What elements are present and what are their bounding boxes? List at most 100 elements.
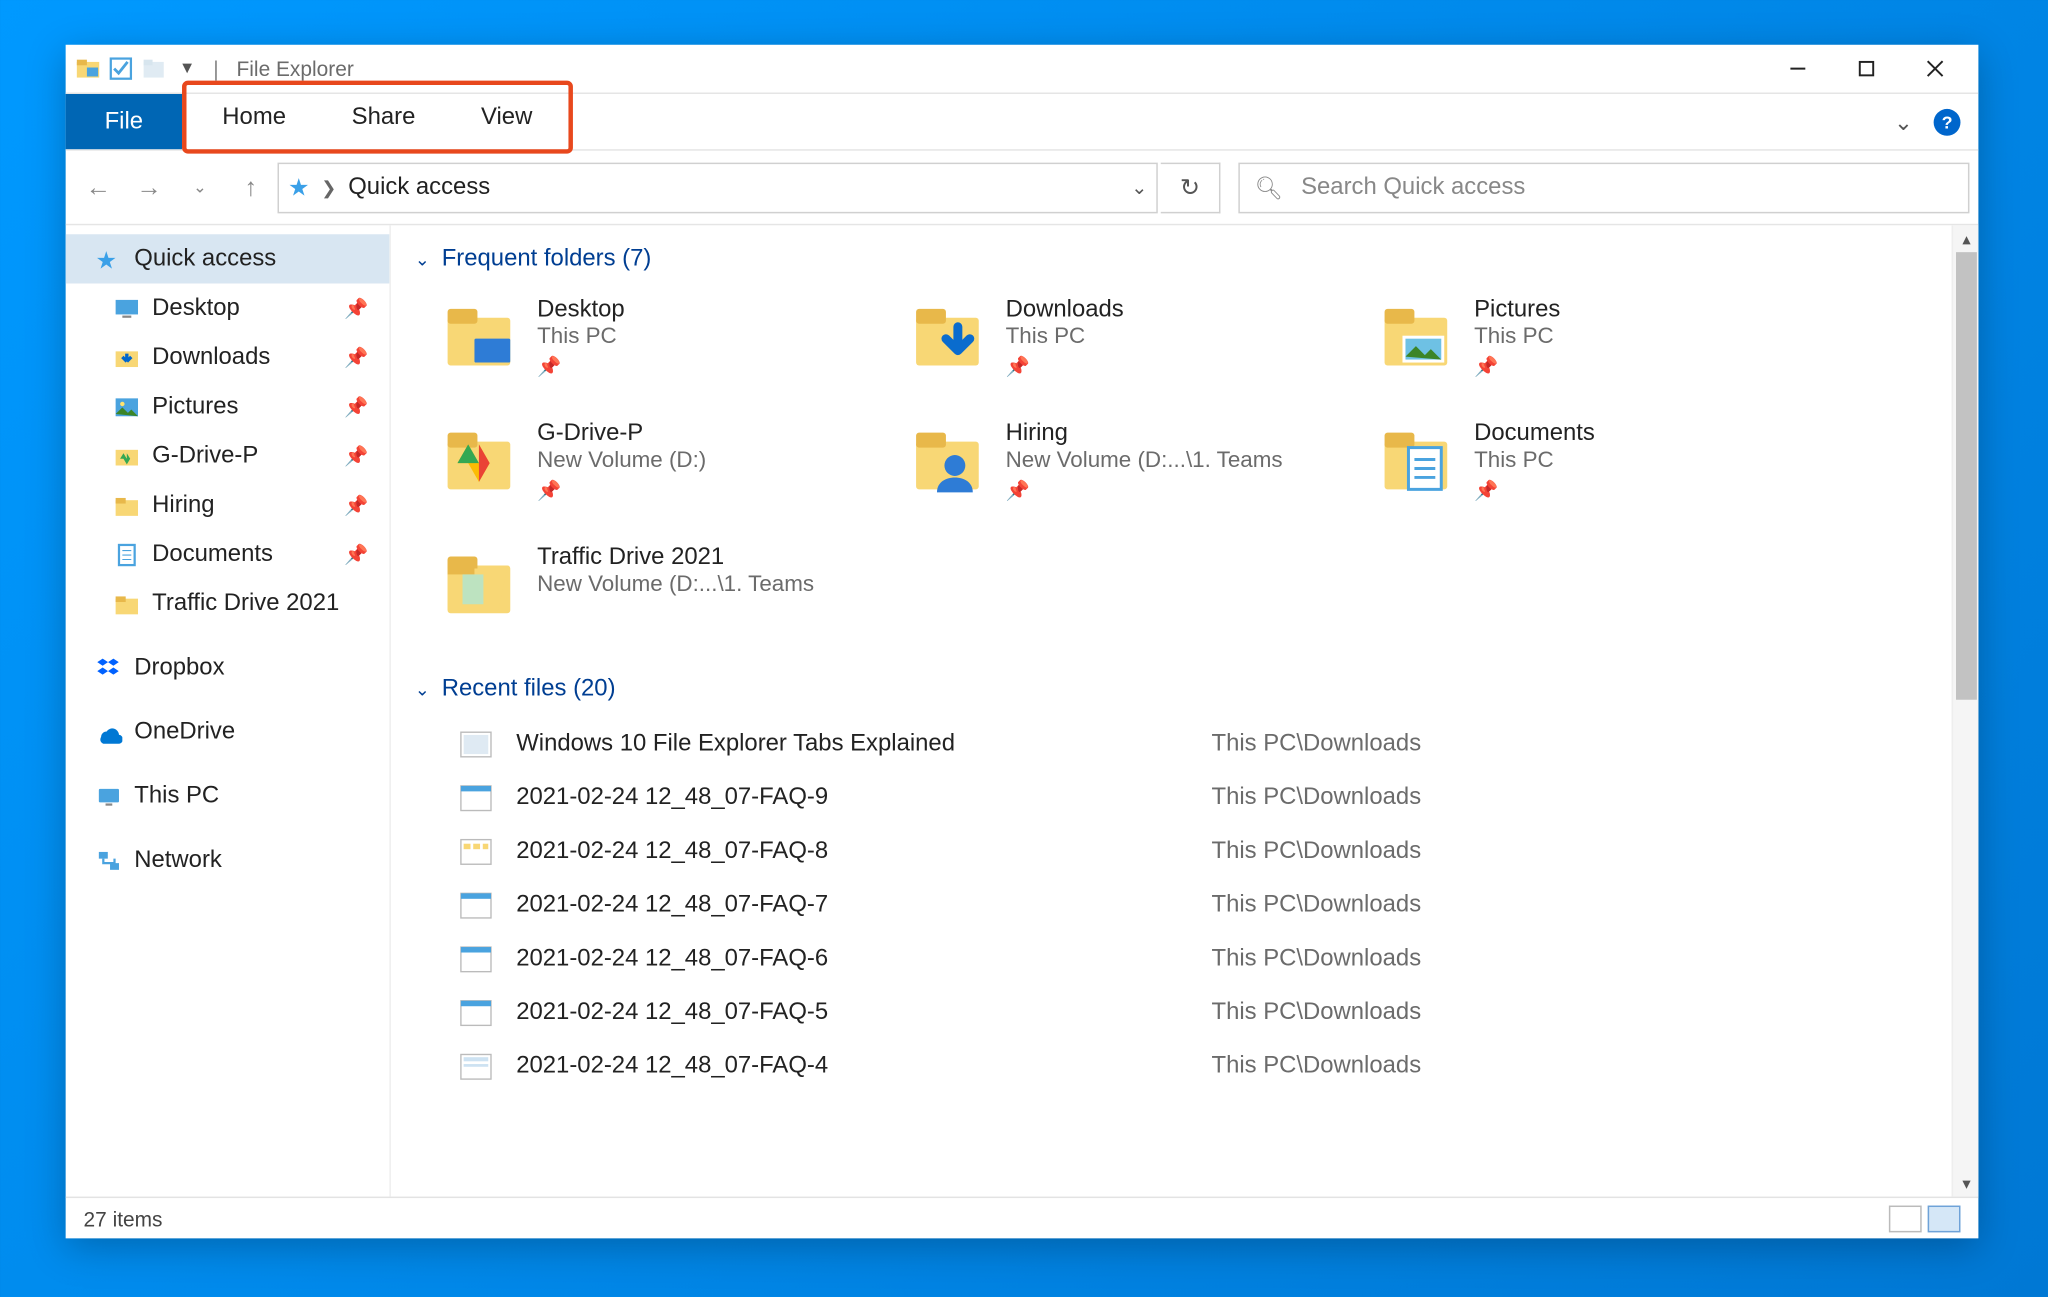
sidebar-this-pc[interactable]: This PC [66,771,390,820]
folder-path: New Volume (D:) [537,448,706,473]
recent-files-header[interactable]: ⌄ Recent files (20) [415,667,1955,718]
pin-icon: 📌 [344,542,368,566]
group-header-label: Recent files (20) [442,676,616,703]
refresh-button[interactable]: ↻ [1161,162,1221,213]
folder-tile[interactable]: HiringNew Volume (D:...\1. Teams📌 [883,412,1346,524]
search-box[interactable]: 🔍︎ [1238,162,1969,213]
sidebar-onedrive[interactable]: OneDrive [66,707,390,756]
content-pane: ⌄ Frequent folders (7) DesktopThis PC📌Do… [391,225,1978,1196]
ribbon-tab-view[interactable]: View [448,93,565,141]
window-title: File Explorer [231,57,354,81]
ribbon: File Home Share View ⌄ ? [66,94,1979,151]
pin-icon: 📌 [1006,479,1283,503]
ribbon-tab-home[interactable]: Home [189,93,318,141]
recent-file-row[interactable]: 2021-02-24 12_48_07-FAQ-4 This PC\Downloa… [415,1040,1955,1094]
qat-check-icon[interactable] [107,55,134,82]
sidebar-item-downloads[interactable]: Downloads 📌 [66,333,390,382]
sidebar-item-g-drive-p[interactable]: G-Drive-P📌 [66,431,390,480]
sidebar-dropbox[interactable]: Dropbox [66,643,390,692]
folder-tile[interactable]: DownloadsThis PC📌 [883,288,1346,400]
recent-file-row[interactable]: Windows 10 File Explorer Tabs ExplainedT… [415,718,1955,772]
sidebar-item-desktop[interactable]: Desktop📌 [66,283,390,332]
folder-path: This PC [537,324,625,349]
dropbox-icon [95,654,122,681]
documents-icon [1379,421,1454,496]
hiring-icon [910,421,985,496]
qat-dropdown-icon[interactable]: ▼ [173,60,201,78]
scroll-down-icon[interactable]: ▾ [1953,1170,1978,1197]
frequent-folders-header[interactable]: ⌄ Frequent folders (7) [415,237,1955,288]
recent-locations-icon[interactable]: ⌄ [176,163,224,211]
chevron-down-icon: ⌄ [415,249,430,270]
folder-name: Downloads [1006,297,1124,324]
large-icons-view-icon[interactable] [1928,1205,1961,1232]
pin-icon: 📌 [344,345,368,369]
pin-icon: 📌 [344,493,368,517]
sidebar-label: Pictures [152,393,238,420]
maximize-button[interactable] [1832,45,1901,93]
recent-file-row[interactable]: 2021-02-24 12_48_07-FAQ-5This PC\Downloa… [415,986,1955,1040]
gdrive-icon [113,442,140,469]
sidebar-traffic-drive[interactable]: Traffic Drive 2021 [66,579,390,628]
minimize-button[interactable] [1764,45,1833,93]
file-path: This PC\Downloads [1212,1053,1422,1080]
breadcrumb-text[interactable]: Quick access [348,174,490,201]
network-icon [95,847,122,874]
folder-icon [113,590,140,617]
folder-path: This PC [1474,324,1560,349]
search-input[interactable] [1298,172,1953,202]
pin-icon: 📌 [344,444,368,468]
recent-file-row[interactable]: 2021-02-24 12_48_07-FAQ-8This PC\Downloa… [415,825,1955,879]
folder-name: Desktop [537,297,625,324]
file-path: This PC\Downloads [1212,1000,1422,1027]
recent-file-row[interactable]: 2021-02-24 12_48_07-FAQ-7This PC\Downloa… [415,879,1955,933]
folder-name: Traffic Drive 2021 [537,545,814,572]
navigation-pane: ★ Quick access Desktop📌 Downloads 📌 Picture… [66,225,391,1196]
pin-icon: 📌 [537,479,706,503]
folder-tile[interactable]: Traffic Drive 2021New Volume (D:...\1. T… [415,536,878,640]
folder-tile[interactable]: DocumentsThis PC📌 [1352,412,1815,524]
close-button[interactable] [1901,45,1970,93]
qat-folder-icon[interactable] [140,55,167,82]
downloads-icon [113,344,140,371]
file-explorer-window: ▼ | File Explorer File Home Share View ⌄… [66,45,1979,1239]
folder-tile[interactable]: DesktopThis PC📌 [415,288,878,400]
sidebar-network[interactable]: Network [66,836,390,885]
back-button[interactable]: ← [75,163,123,211]
folder-path: New Volume (D:...\1. Teams [1006,448,1283,473]
sidebar-label: Network [134,847,222,874]
address-dropdown-icon[interactable]: ⌄ [1131,175,1147,199]
scroll-up-icon[interactable]: ▴ [1953,225,1978,252]
recent-file-row[interactable]: 2021-02-24 12_48_07-FAQ-9This PC\Downloa… [415,771,1955,825]
forward-button[interactable]: → [125,163,173,211]
folder-icon [113,492,140,519]
scrollbar-thumb[interactable] [1956,252,1977,700]
sidebar-item-documents[interactable]: Documents 📌 [66,530,390,579]
sidebar-label: Downloads [152,344,270,371]
sidebar-item-pictures[interactable]: Pictures📌 [66,382,390,431]
explorer-icon [75,55,102,82]
file-name: 2021-02-24 12_48_07-FAQ-4 [516,1053,1187,1080]
file-thumbnail-icon [460,943,493,976]
sidebar-label: Documents [152,541,273,568]
file-path: This PC\Downloads [1212,839,1422,866]
documents-icon [113,541,140,568]
sidebar-quick-access[interactable]: ★ Quick access [66,234,390,283]
recent-file-row[interactable]: 2021-02-24 12_48_07-FAQ-6This PC\Downloa… [415,933,1955,987]
sidebar-item-hiring[interactable]: Hiring📌 [66,480,390,529]
address-bar[interactable]: ★ ❯ Quick access ⌄ [278,162,1158,213]
details-view-icon[interactable] [1889,1205,1922,1232]
folder-tile[interactable]: G-Drive-PNew Volume (D:)📌 [415,412,878,524]
pictures-icon [1379,297,1454,372]
file-thumbnail-icon [460,782,493,815]
file-thumbnail-icon [460,728,493,761]
folder-open-icon [442,545,517,620]
vertical-scrollbar[interactable]: ▴ ▾ [1952,225,1979,1196]
folder-tile[interactable]: PicturesThis PC📌 [1352,288,1815,400]
file-tab[interactable]: File [66,94,182,149]
up-button[interactable]: ↑ [227,163,275,211]
ribbon-expand-icon[interactable]: ⌄ [1894,108,1913,135]
ribbon-tab-share[interactable]: Share [319,93,448,141]
file-thumbnail-icon [460,889,493,922]
help-icon[interactable]: ? [1934,108,1961,135]
